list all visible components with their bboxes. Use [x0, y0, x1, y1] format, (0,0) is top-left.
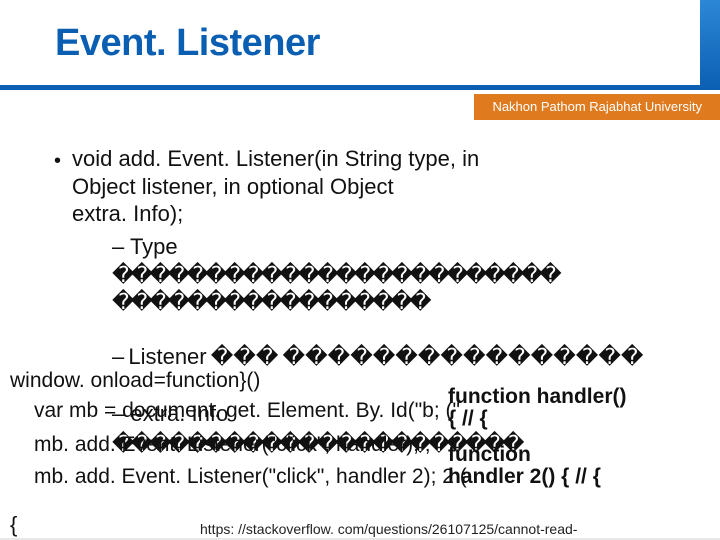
overlay-handler2: handler 2() { // { — [448, 465, 601, 489]
orange-strip: Nakhon Pathom Rajabhat University — [0, 94, 720, 124]
bullet-dot-icon: • — [54, 149, 61, 174]
bullet-main: • void add. Event. Listener(in String ty… — [72, 145, 672, 228]
sub-type: – Type �������� ���� ������������ ������… — [112, 233, 692, 316]
overlay-brace1: { // { — [448, 407, 488, 431]
university-label: Nakhon Pathom Rajabhat University — [474, 94, 720, 120]
sub-listener: – Listener ��� ���������������� — [112, 343, 692, 371]
overlay-func-handler: function handler() — [448, 385, 626, 409]
sub-type-ph2: ����������������� — [112, 289, 428, 314]
code-line-2: var mb = document. get. Element. By. Id(… — [34, 399, 460, 423]
slide-title: Event. Listener — [55, 22, 320, 65]
bullet-line1: void add. Event. Listener(in String type… — [72, 146, 479, 171]
code-line-4: mb. add. Event. Listener("click", handle… — [34, 465, 467, 489]
footer-url: https: //stackoverflow. com/questions/26… — [200, 521, 577, 537]
sub-type-ph1: �������� ���� ������������ — [112, 262, 558, 287]
sub-listener-label: – Listener ��� ���������������� — [112, 344, 643, 369]
title-bar: Event. Listener Nakhon Pathom Rajabhat U… — [0, 0, 720, 108]
bullet-line2: Object listener, in optional Object — [72, 174, 394, 199]
bullet-line3: extra. Info); — [72, 201, 183, 226]
code-line-1: window. onload=function}() — [10, 369, 260, 393]
overlay-func: function — [448, 443, 531, 467]
slide-content: • void add. Event. Listener(in String ty… — [0, 145, 720, 540]
sub-type-label: – Type — [112, 234, 178, 259]
open-brace: { — [10, 512, 17, 538]
code-line-3: mb. add. Event. Listener("click", handle… — [34, 433, 431, 457]
